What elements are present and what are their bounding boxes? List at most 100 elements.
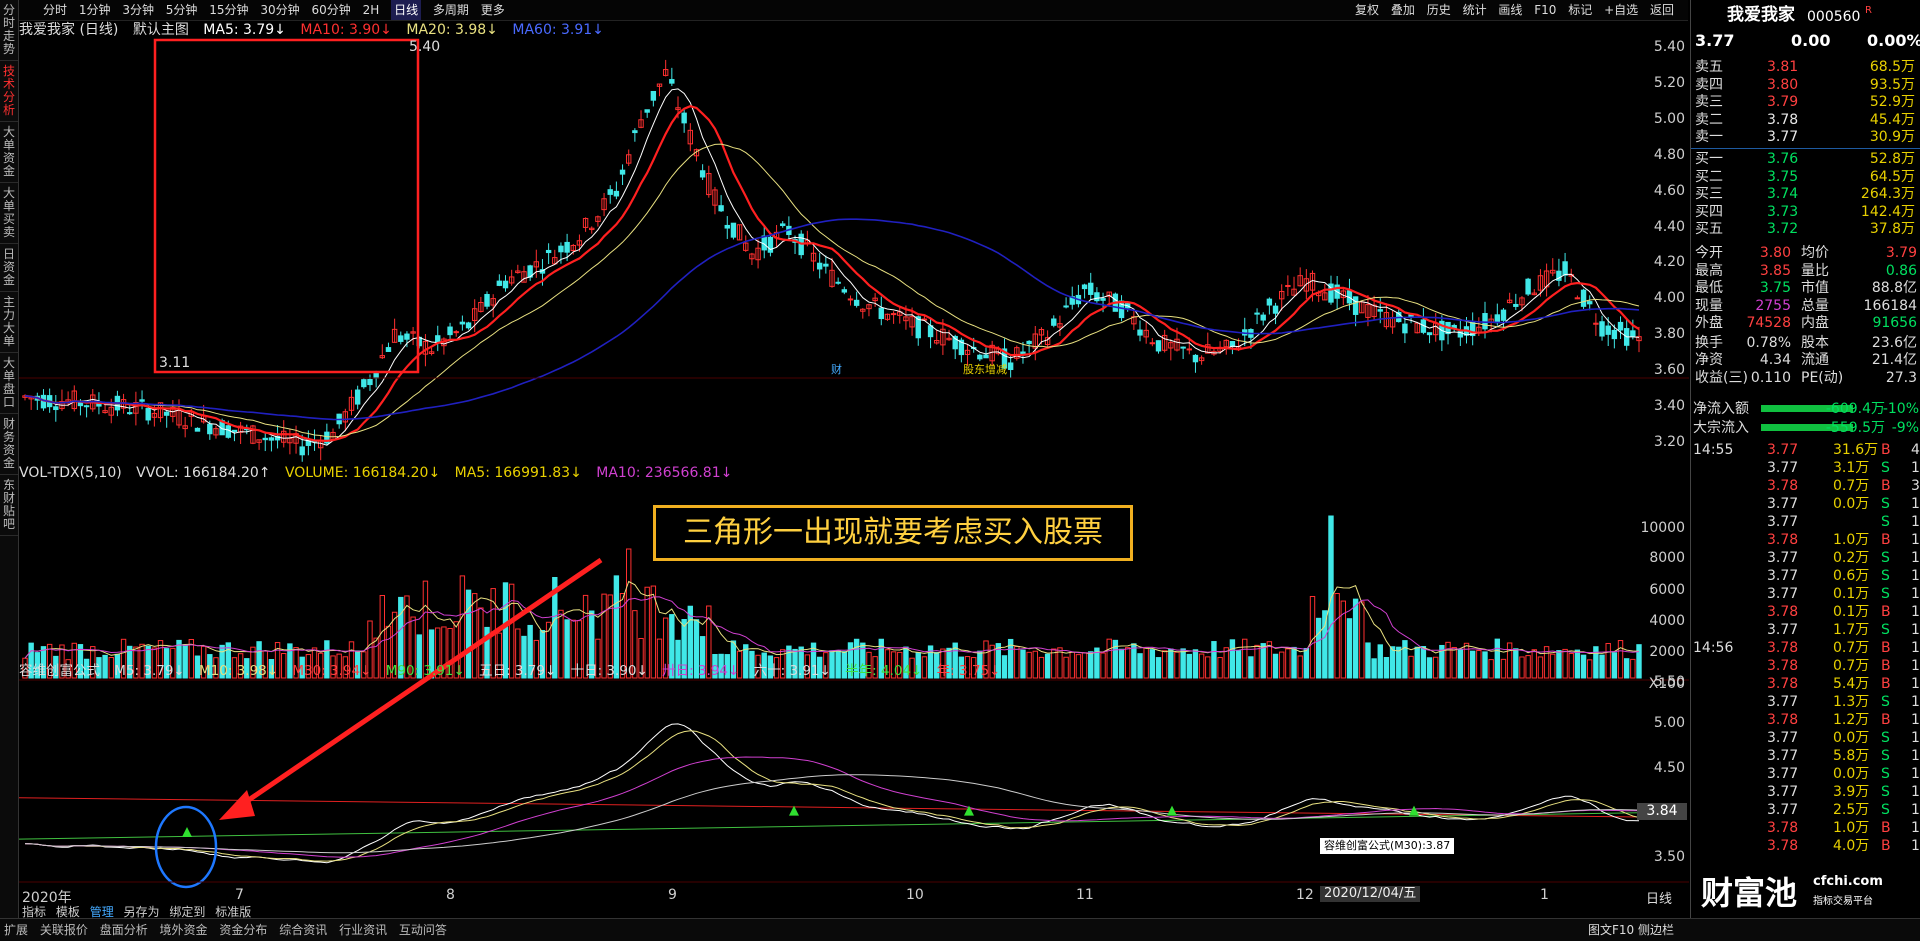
tick-side: B bbox=[1881, 838, 1891, 854]
period-tab-selected[interactable]: 日线 bbox=[391, 0, 422, 20]
period-tab[interactable]: 更多 bbox=[481, 0, 505, 20]
vvol-label: VVOL: 166184.20↑ bbox=[136, 465, 271, 481]
left-nav-item-active[interactable]: 技术分析 bbox=[0, 61, 18, 122]
ask-row[interactable]: 卖四 3.80 93.5万 bbox=[1691, 76, 1920, 94]
tool-button[interactable]: 复权 bbox=[1355, 0, 1379, 20]
candle-body bbox=[650, 90, 657, 101]
footer-item[interactable]: 境外资金 bbox=[160, 919, 208, 941]
bid-volume: 264.3万 bbox=[1860, 186, 1915, 202]
tick-side: S bbox=[1881, 694, 1890, 710]
candle-body bbox=[632, 130, 638, 134]
period-tab[interactable]: 分时 bbox=[43, 0, 67, 20]
left-nav-item[interactable]: 大单盘口 bbox=[0, 353, 18, 414]
footer-item[interactable]: 盘面分析 bbox=[100, 919, 148, 941]
volume-bar bbox=[1630, 658, 1636, 679]
tick-row: 3.77 3.9万 S 1 bbox=[1691, 783, 1920, 801]
ask-row[interactable]: 卖一 3.77 30.9万 bbox=[1691, 128, 1920, 146]
left-nav-item[interactable]: 大单资金 bbox=[0, 122, 18, 183]
left-nav-item[interactable]: 主力大单 bbox=[0, 292, 18, 353]
ask-row[interactable]: 卖五 3.81 68.5万 bbox=[1691, 58, 1920, 76]
bid-row[interactable]: 买四 3.73 142.4万 bbox=[1691, 203, 1920, 221]
footer-item[interactable]: 行业资讯 bbox=[339, 919, 387, 941]
tick-side: B bbox=[1881, 478, 1891, 494]
candle-body bbox=[1574, 297, 1581, 300]
tool-standard[interactable]: 标准版 bbox=[215, 905, 251, 919]
footer-right[interactable]: 图文F10 侧边栏 bbox=[1588, 919, 1674, 941]
tool-button[interactable]: +自选 bbox=[1604, 0, 1638, 20]
footer-item[interactable]: 扩展 bbox=[4, 919, 28, 941]
tick-row: 3.77 3.1万 S 1 bbox=[1691, 459, 1920, 477]
tick-count: 1 bbox=[1911, 622, 1920, 638]
volume-bar bbox=[1032, 650, 1038, 679]
tick-price: 3.77 bbox=[1767, 802, 1799, 818]
formula-name[interactable]: 容维创富公式 bbox=[19, 663, 100, 679]
tick-price: 3.78 bbox=[1767, 838, 1799, 854]
bid-row[interactable]: 买二 3.75 64.5万 bbox=[1691, 168, 1920, 186]
tool-indicator[interactable]: 指标 bbox=[22, 905, 46, 919]
x-tick-label: 1 bbox=[1540, 887, 1549, 903]
stat-row: 换手 0.78% 股本 23.6亿 bbox=[1691, 334, 1920, 352]
bid-row[interactable]: 买一 3.76 52.8万 bbox=[1691, 150, 1920, 168]
bid-label: 买四 bbox=[1695, 203, 1723, 220]
m10-label: M10: 3.98↓ bbox=[199, 663, 279, 679]
period-tab[interactable]: 30分钟 bbox=[260, 0, 299, 20]
volume-bar bbox=[1562, 648, 1568, 679]
y-tick-label: 5.40 bbox=[1653, 38, 1685, 55]
stat-value: 88.8亿 bbox=[1871, 280, 1917, 296]
period-tab[interactable]: 15分钟 bbox=[209, 0, 248, 20]
vol-indicator-name[interactable]: VOL-TDX(5,10) bbox=[19, 465, 122, 481]
watermark-sub: cfchi.com bbox=[1813, 874, 1883, 889]
tool-bind[interactable]: 绑定到 bbox=[169, 905, 205, 919]
left-nav-item[interactable]: 财务资金 bbox=[0, 414, 18, 475]
tool-button[interactable]: F10 bbox=[1534, 0, 1556, 20]
left-nav-item[interactable]: 分时走势 bbox=[0, 0, 18, 61]
candle-body bbox=[1051, 318, 1057, 326]
tool-button[interactable]: 统计 bbox=[1463, 0, 1487, 20]
footer-item[interactable]: 关联报价 bbox=[40, 919, 88, 941]
tick-side: B bbox=[1881, 640, 1891, 656]
footer-item[interactable]: 资金分布 bbox=[219, 919, 267, 941]
tool-template[interactable]: 模板 bbox=[56, 905, 80, 919]
period-tab[interactable]: 2H bbox=[363, 0, 380, 20]
tool-manage[interactable]: 管理 bbox=[90, 905, 114, 919]
footer-item[interactable]: 综合资讯 bbox=[279, 919, 327, 941]
tool-button[interactable]: 标记 bbox=[1568, 0, 1592, 20]
candle-body bbox=[847, 298, 854, 301]
tool-button[interactable]: 返回 bbox=[1650, 0, 1674, 20]
period-tab[interactable]: 1分钟 bbox=[79, 0, 111, 20]
candle-body bbox=[1254, 312, 1260, 315]
ask-row[interactable]: 卖三 3.79 52.9万 bbox=[1691, 93, 1920, 111]
period-tab[interactable]: 多周期 bbox=[433, 0, 469, 20]
volume-bar bbox=[1272, 653, 1279, 679]
tick-count: 1 bbox=[1911, 514, 1920, 530]
ask-row[interactable]: 卖二 3.78 45.4万 bbox=[1691, 111, 1920, 129]
period-tab[interactable]: 3分钟 bbox=[122, 0, 154, 20]
tick-price: 3.77 bbox=[1767, 730, 1799, 746]
left-nav-item[interactable]: 东财贴吧 bbox=[0, 475, 18, 536]
flow-row: 大宗流入 -559.5万 -9% bbox=[1691, 419, 1920, 437]
left-nav-item[interactable]: 日资金 bbox=[0, 244, 18, 292]
tool-button[interactable]: 画线 bbox=[1498, 0, 1522, 20]
volume-bar bbox=[1513, 648, 1519, 679]
volume-bar bbox=[1014, 645, 1020, 679]
stat-row: 净资 4.34 流通 21.4亿 bbox=[1691, 351, 1920, 369]
x-tick-label: 7 bbox=[235, 887, 244, 903]
tool-button[interactable]: 叠加 bbox=[1391, 0, 1415, 20]
price-change: 0.00 bbox=[1791, 31, 1831, 50]
period-tab[interactable]: 60分钟 bbox=[311, 0, 350, 20]
period-tab[interactable]: 5分钟 bbox=[166, 0, 198, 20]
footer-item[interactable]: 互动问答 bbox=[399, 919, 447, 941]
tool-button[interactable]: 历史 bbox=[1427, 0, 1451, 20]
tick-volume: 0.6万 bbox=[1833, 568, 1870, 584]
left-nav-item[interactable]: 大单买卖 bbox=[0, 183, 18, 244]
tool-saveas[interactable]: 另存为 bbox=[124, 905, 160, 919]
price-change-pct: 0.00% bbox=[1867, 31, 1920, 50]
tick-row: 3.78 1.0万 B 1 bbox=[1691, 531, 1920, 549]
formula-tooltip: 容维创富公式(M30):3.87 bbox=[1320, 838, 1455, 854]
bid-row[interactable]: 买五 3.72 37.8万 bbox=[1691, 220, 1920, 238]
tick-volume: 0.0万 bbox=[1833, 730, 1870, 746]
candle-body bbox=[127, 412, 133, 415]
tick-side: S bbox=[1881, 460, 1890, 476]
tick-row: 3.77 S 1 bbox=[1691, 513, 1920, 531]
bid-row[interactable]: 买三 3.74 264.3万 bbox=[1691, 185, 1920, 203]
